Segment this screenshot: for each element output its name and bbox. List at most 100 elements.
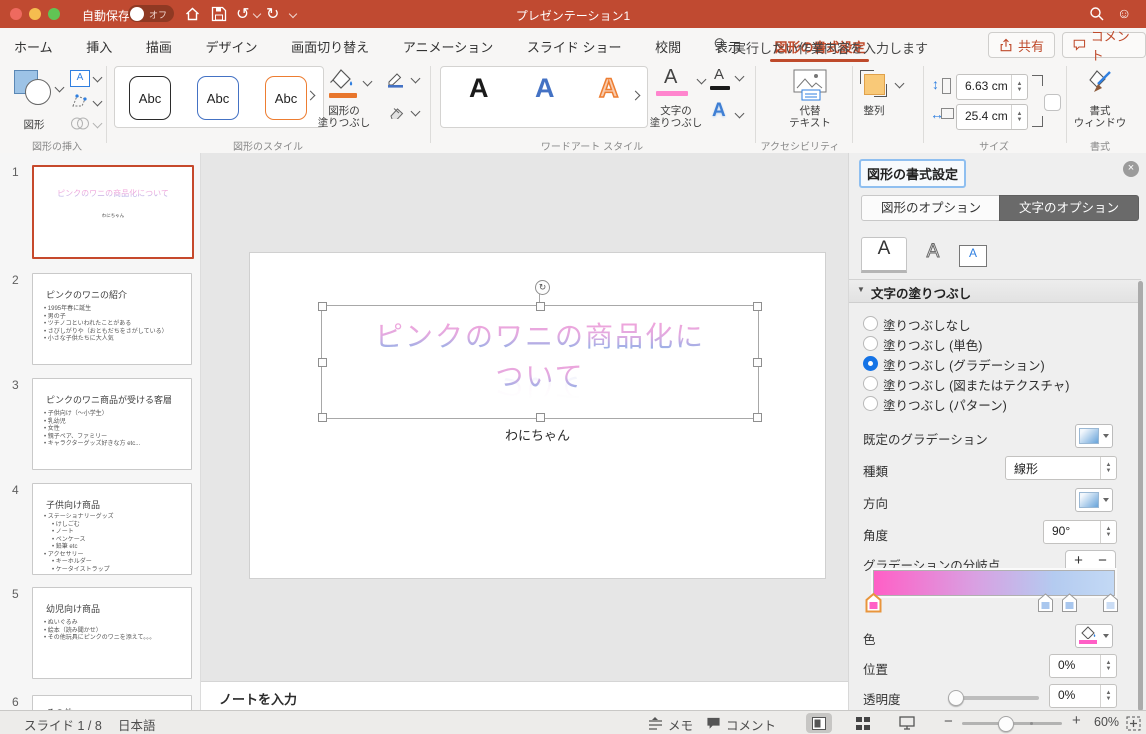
zoom-in-button[interactable]: +: [1072, 712, 1081, 729]
gradient-type-select[interactable]: 線形 ▲▼: [1005, 456, 1117, 480]
text-effects-A-icon[interactable]: A: [712, 100, 726, 122]
shape-style-black[interactable]: Abc: [129, 76, 171, 120]
resize-handle-n[interactable]: [536, 302, 545, 311]
pane-scrollbar[interactable]: [1138, 281, 1143, 711]
angle-stepper[interactable]: ▲▼: [1100, 521, 1116, 543]
shape-fill-chevron-icon[interactable]: [363, 77, 373, 87]
fill-option-pattern[interactable]: 塗りつぶし (パターン): [849, 393, 1141, 413]
slide-thumbnail-1[interactable]: ピンクのワニの商品化について わにちゃん: [32, 165, 194, 259]
slide-thumbnail-4[interactable]: 子供向け商品 • ステーショナリーグッズ• けしごむ• ノート• ペンケース• …: [32, 483, 192, 575]
normal-view-button[interactable]: [806, 713, 832, 733]
memo-label[interactable]: メモ: [668, 715, 693, 734]
gradient-angle-input[interactable]: 90° ▲▼: [1043, 520, 1117, 544]
format-pane-brush-icon[interactable]: [1086, 68, 1114, 98]
fill-option-solid[interactable]: 塗りつぶし (単色): [849, 333, 1141, 353]
slide-editing-area[interactable]: ↻ ピンクのワニの商品化について わにちゃん: [250, 253, 825, 578]
shape-width-input[interactable]: 25.4 cm ▲▼: [956, 104, 1028, 130]
resize-handle-ne[interactable]: [753, 302, 762, 311]
fill-option-none[interactable]: 塗りつぶしなし: [849, 313, 1141, 333]
text-effects-chevron-icon[interactable]: [735, 109, 745, 119]
text-outline-A-icon[interactable]: A: [714, 66, 724, 83]
fit-to-window-icon[interactable]: [1126, 716, 1141, 731]
resize-handle-s[interactable]: [536, 413, 545, 422]
tab-animations[interactable]: アニメーション: [403, 28, 493, 64]
fill-option-gradient[interactable]: 塗りつぶし (グラデーション): [849, 353, 1141, 373]
transparency-slider-thumb[interactable]: [948, 690, 964, 706]
wordart-style-blue[interactable]: A: [535, 73, 555, 104]
arrange-chevron-icon[interactable]: [895, 79, 905, 89]
shapes-chevron-icon[interactable]: [55, 83, 65, 93]
textbox-chevron-icon[interactable]: [93, 73, 103, 83]
rotate-handle[interactable]: ↻: [535, 280, 550, 295]
lock-aspect-checkbox[interactable]: [1044, 94, 1061, 111]
gradient-stop-2[interactable]: [1037, 593, 1054, 613]
fill-option-picture[interactable]: 塗りつぶし (図またはテクスチャ): [849, 373, 1141, 393]
transparency-slider-track[interactable]: [951, 696, 1039, 700]
tab-transitions[interactable]: 画面切り替え: [291, 28, 369, 64]
shape-height-input[interactable]: 6.63 cm ▲▼: [956, 74, 1028, 100]
feedback-smiley-icon[interactable]: ☺: [1117, 5, 1131, 21]
stop-color-dropdown[interactable]: [1075, 624, 1113, 648]
shape-outline-pen-icon[interactable]: [386, 70, 406, 88]
tab-draw[interactable]: 描画: [146, 28, 172, 64]
preset-gradient-dropdown[interactable]: [1075, 424, 1113, 448]
stop-position-input[interactable]: 0% ▲▼: [1049, 654, 1117, 678]
width-stepper[interactable]: ▲▼: [1011, 105, 1027, 129]
subtab-textbox[interactable]: A: [959, 245, 987, 267]
edit-shape-chevron-icon[interactable]: [93, 97, 103, 107]
zoom-percent[interactable]: 60%: [1094, 715, 1119, 729]
gradient-direction-dropdown[interactable]: [1075, 488, 1113, 512]
title-textbox-selection[interactable]: ↻ ピンクのワニの商品化について: [321, 305, 759, 419]
insert-shapes-button[interactable]: [12, 68, 56, 108]
memo-icon[interactable]: [648, 717, 663, 730]
position-stepper[interactable]: ▲▼: [1100, 655, 1116, 677]
zoom-out-button[interactable]: −: [944, 713, 953, 730]
slide-title-text[interactable]: ピンクのワニの商品化について: [327, 317, 753, 397]
arrange-button[interactable]: [860, 70, 888, 98]
search-icon[interactable]: [1089, 6, 1105, 22]
tell-me-input[interactable]: 実行したい作業内容を入力します: [733, 38, 928, 57]
wordart-style-black[interactable]: A: [469, 73, 489, 104]
tab-review[interactable]: 校閲: [655, 28, 681, 64]
pane-tab-text-options[interactable]: 文字のオプション: [999, 195, 1139, 221]
shape-effects-chevron-icon[interactable]: [411, 107, 421, 117]
shape-outline-chevron-icon[interactable]: [411, 74, 421, 84]
radio-icon[interactable]: [863, 396, 878, 411]
resize-handle-nw[interactable]: [318, 302, 327, 311]
pane-tab-shape-options[interactable]: 図形のオプション: [861, 195, 1001, 221]
text-fill-A-icon[interactable]: A: [664, 66, 677, 89]
resize-handle-se[interactable]: [753, 413, 762, 422]
tab-slideshow[interactable]: スライド ショー: [527, 28, 622, 64]
share-button[interactable]: 共有: [988, 32, 1055, 58]
section-text-fill[interactable]: ▼ 文字の塗りつぶし: [849, 279, 1141, 303]
slide-sorter-button[interactable]: [850, 713, 876, 733]
slide-thumbnail-5[interactable]: 幼児向け商品 • ぬいぐるみ• 絵本（読み聞かせ）• その他玩具にピンクのワニを…: [32, 587, 192, 679]
subtab-text-effects[interactable]: A: [915, 241, 951, 269]
transparency-input[interactable]: 0% ▲▼: [1049, 684, 1117, 708]
tab-insert[interactable]: 挿入: [86, 28, 112, 64]
gradient-stop-3[interactable]: [1061, 593, 1078, 613]
notes-area[interactable]: ノートを入力: [201, 681, 848, 711]
text-fill-chevron-icon[interactable]: [697, 75, 707, 85]
radio-selected-icon[interactable]: [863, 356, 878, 371]
comment-status-icon[interactable]: [706, 717, 721, 730]
wordart-style-orange[interactable]: A: [599, 73, 619, 104]
text-outline-chevron-icon[interactable]: [735, 72, 745, 82]
shape-fill-bucket-icon[interactable]: [330, 68, 354, 90]
slide-count-status[interactable]: スライド 1 / 8: [24, 715, 102, 734]
zoom-slider-thumb[interactable]: [998, 716, 1014, 732]
radio-icon[interactable]: [863, 376, 878, 391]
height-stepper[interactable]: ▲▼: [1011, 75, 1027, 99]
edit-shape-icon[interactable]: [70, 93, 88, 109]
gradient-stop-4[interactable]: [1102, 593, 1119, 613]
shape-style-blue[interactable]: Abc: [197, 76, 239, 120]
resize-handle-e[interactable]: [753, 358, 762, 367]
tab-home[interactable]: ホーム: [14, 28, 53, 64]
merge-shapes-icon[interactable]: [70, 116, 90, 131]
shape-effects-eraser-icon[interactable]: [386, 104, 406, 119]
resize-handle-w[interactable]: [318, 358, 327, 367]
slide-thumbnail-2[interactable]: ピンクのワニの紹介 • 1995年春に誕生• 男の子• ツチノコといわれたことが…: [32, 273, 192, 365]
textbox-icon[interactable]: A: [70, 70, 90, 87]
close-pane-icon[interactable]: ×: [1123, 161, 1139, 177]
comments-button[interactable]: コメント: [1062, 32, 1146, 58]
